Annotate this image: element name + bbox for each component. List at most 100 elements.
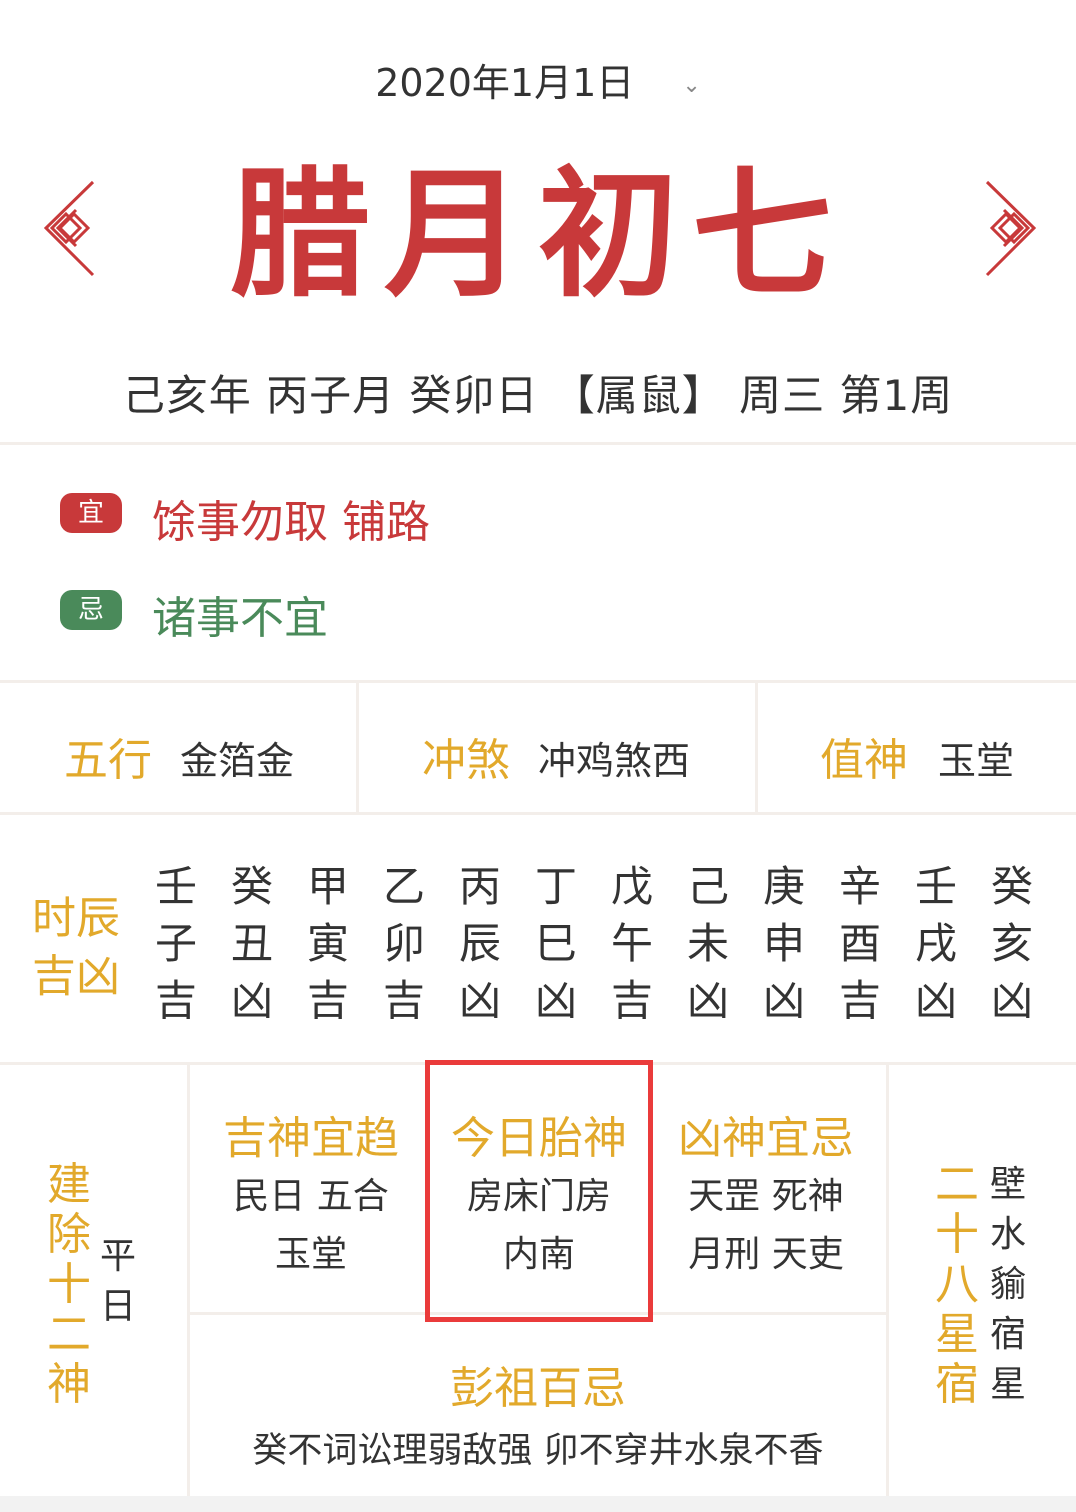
hour-luck: 凶 <box>458 976 501 1025</box>
hour-column: 丁巳凶 <box>518 858 594 1029</box>
hour-branch: 申 <box>762 919 805 968</box>
zhishen-label: 值神 <box>820 735 908 786</box>
date-selector[interactable]: 2020年1月1日 ⌄ <box>0 52 1076 107</box>
divider <box>0 442 1076 445</box>
xiongshen-line2: 月刑 天吏 <box>688 1234 844 1275</box>
xiongshen-panel: 凶神宜忌 天罡 死神 月刑 天吏 <box>660 1102 872 1284</box>
pengzu-panel: 彭祖百忌 癸不词讼理弱敌强 卯不穿井水泉不香 <box>190 1352 886 1480</box>
hour-column: 辛酉吉 <box>822 858 898 1029</box>
date-text[interactable]: 2020年1月1日 <box>375 61 634 105</box>
ji-text: 诸事不宜 <box>152 593 328 644</box>
hour-luck: 凶 <box>686 976 729 1025</box>
vertical-char: 二 <box>47 1309 91 1360</box>
vertical-char: 十 <box>47 1259 91 1310</box>
xingxiu-label: 二十八星宿 <box>932 1160 982 1410</box>
hour-branch: 亥 <box>990 919 1033 968</box>
vertical-char: 日 <box>99 1286 136 1327</box>
jianchu-value: 平日 <box>98 1232 138 1332</box>
hour-stem: 庚 <box>762 862 805 911</box>
vertical-char: 二 <box>935 1159 979 1210</box>
xiongshen-line1: 天罡 死神 <box>688 1176 844 1217</box>
wuxing-value: 金箔金 <box>180 739 295 783</box>
bottom-bar <box>0 1496 1076 1512</box>
hours-label-line1: 时辰 <box>32 893 120 944</box>
hour-luck: 凶 <box>990 976 1033 1025</box>
jianchu-label: 建除十二神 <box>44 1160 94 1410</box>
hour-stem: 乙 <box>382 862 425 911</box>
hour-column: 乙卯吉 <box>366 858 442 1029</box>
hour-stem: 辛 <box>838 862 881 911</box>
divider <box>0 680 1076 683</box>
jishen-line1: 民日 五合 <box>233 1176 389 1217</box>
taishen-line1: 房床门房 <box>466 1176 611 1217</box>
yi-text: 馀事勿取 铺路 <box>152 497 430 548</box>
hour-stem: 丁 <box>534 862 577 911</box>
hour-column: 丙辰凶 <box>442 858 518 1029</box>
hour-luck: 吉 <box>306 976 349 1025</box>
hour-luck: 凶 <box>914 976 957 1025</box>
lunar-date: 腊月初七 <box>229 153 846 317</box>
chongsha-label: 冲煞 <box>422 735 510 786</box>
yi-badge: 宜 <box>60 493 122 533</box>
hour-column: 癸丑凶 <box>214 858 290 1029</box>
hour-branch: 酉 <box>838 919 881 968</box>
hour-branch: 巳 <box>534 919 577 968</box>
hour-luck: 吉 <box>154 976 197 1025</box>
vertical-char: 貐 <box>989 1264 1026 1305</box>
hours-label-line2: 吉凶 <box>32 951 120 1002</box>
ganzhi-line: 己亥年 丙子月 癸卯日 【属鼠】 周三 第1周 <box>122 371 954 420</box>
hour-stem: 癸 <box>230 862 273 911</box>
vertical-char: 宿 <box>989 1314 1026 1355</box>
divider <box>356 683 359 813</box>
pengzu-text: 癸不词讼理弱敌强 卯不穿井水泉不香 <box>252 1431 824 1471</box>
divider <box>0 812 1076 815</box>
hour-stem: 癸 <box>990 862 1033 911</box>
hour-column: 壬戌凶 <box>898 858 974 1029</box>
zhishen-value: 玉堂 <box>938 739 1015 783</box>
wuxing-label: 五行 <box>64 735 152 786</box>
hour-stem: 戊 <box>610 862 653 911</box>
vertical-char: 壁 <box>989 1164 1026 1205</box>
jishen-line2: 玉堂 <box>274 1234 347 1275</box>
hour-stem: 壬 <box>914 862 957 911</box>
hours-label: 时辰 吉凶 <box>32 890 120 1006</box>
hour-column: 庚申凶 <box>746 858 822 1029</box>
hour-luck: 凶 <box>534 976 577 1025</box>
divider <box>886 1065 889 1512</box>
hour-branch: 卯 <box>382 919 425 968</box>
hour-column: 戊午吉 <box>594 858 670 1029</box>
hour-stem: 甲 <box>306 862 349 911</box>
hour-branch: 辰 <box>458 919 501 968</box>
hour-stem: 己 <box>686 862 729 911</box>
hour-branch: 寅 <box>306 919 349 968</box>
hour-column: 己未凶 <box>670 858 746 1029</box>
taishen-panel: 今日胎神 房床门房 内南 <box>430 1102 648 1284</box>
vertical-char: 十 <box>935 1209 979 1260</box>
vertical-char: 星 <box>935 1309 979 1360</box>
hour-branch: 戌 <box>914 919 957 968</box>
vertical-char: 除 <box>47 1209 91 1260</box>
vertical-char: 星 <box>989 1364 1026 1405</box>
hour-stem: 壬 <box>154 862 197 911</box>
taishen-title: 今日胎神 <box>451 1113 627 1164</box>
hours-grid: 壬子吉癸丑凶甲寅吉乙卯吉丙辰凶丁巳凶戊午吉己未凶庚申凶辛酉吉壬戌凶癸亥凶 <box>138 858 1050 1029</box>
hour-branch: 午 <box>610 919 653 968</box>
hour-branch: 未 <box>686 919 729 968</box>
xiongshen-title: 凶神宜忌 <box>678 1113 854 1164</box>
vertical-char: 水 <box>989 1214 1026 1255</box>
hour-luck: 吉 <box>610 976 653 1025</box>
hour-luck: 吉 <box>382 976 425 1025</box>
chongsha-value: 冲鸡煞西 <box>538 739 691 783</box>
taishen-line2: 内南 <box>502 1234 575 1275</box>
chevron-down-icon[interactable]: ⌄ <box>682 73 700 98</box>
vertical-char: 建 <box>47 1159 91 1210</box>
hour-column: 癸亥凶 <box>974 858 1050 1029</box>
hour-stem: 丙 <box>458 862 501 911</box>
vertical-char: 平 <box>99 1236 136 1277</box>
jishen-title: 吉神宜趋 <box>223 1113 399 1164</box>
hour-column: 甲寅吉 <box>290 858 366 1029</box>
ji-badge: 忌 <box>60 590 122 630</box>
hour-luck: 凶 <box>762 976 805 1025</box>
pengzu-title: 彭祖百忌 <box>450 1363 626 1414</box>
hour-branch: 丑 <box>230 919 273 968</box>
